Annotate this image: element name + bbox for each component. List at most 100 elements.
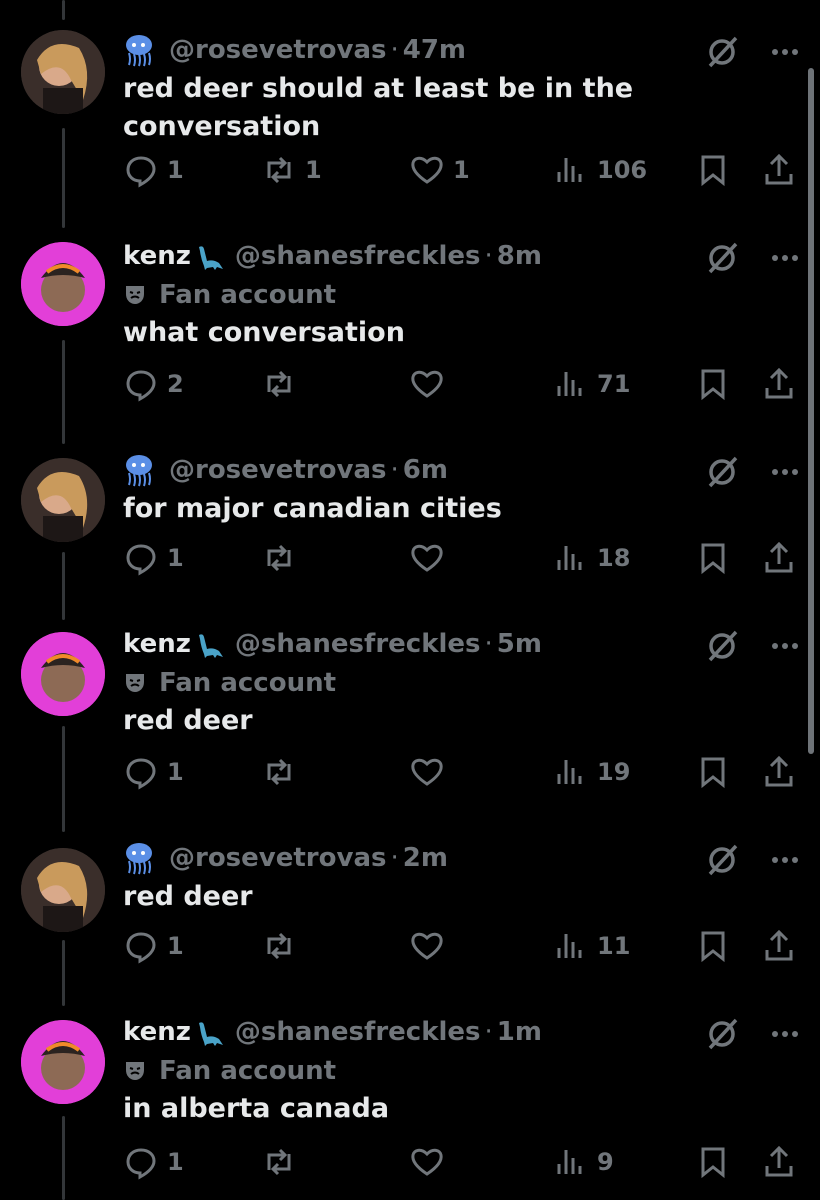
more-icon[interactable]	[770, 641, 800, 651]
more-icon[interactable]	[770, 855, 800, 865]
repost-button[interactable]	[261, 754, 305, 790]
avatar[interactable]	[21, 1020, 105, 1104]
views-button[interactable]: 18	[553, 540, 630, 576]
views-button[interactable]: 11	[553, 928, 630, 964]
share-button[interactable]	[761, 928, 805, 964]
like-button[interactable]	[409, 928, 453, 964]
reply-count: 1	[167, 544, 184, 572]
views-button[interactable]: 106	[553, 152, 647, 188]
view-count: 11	[597, 932, 631, 960]
avatar[interactable]	[21, 30, 105, 114]
author-handle[interactable]: @rosevetrovas	[169, 35, 386, 65]
grok-icon[interactable]	[704, 34, 740, 70]
like-button[interactable]	[409, 754, 453, 790]
share-button[interactable]	[761, 152, 805, 188]
jellyfish-icon	[126, 843, 152, 875]
bookmark-button[interactable]	[695, 754, 739, 790]
thread-line	[62, 726, 65, 832]
views-button[interactable]: 9	[553, 1144, 614, 1180]
share-icon	[765, 755, 793, 787]
share-icon	[765, 153, 793, 185]
like-button[interactable]	[409, 1144, 453, 1180]
post-text: what conversation	[123, 317, 405, 348]
repost-button[interactable]: 1	[261, 152, 322, 188]
repost-button[interactable]	[261, 1144, 305, 1180]
heart-icon	[411, 1148, 443, 1176]
more-icon[interactable]	[770, 253, 800, 263]
post-time[interactable]: 5m	[497, 629, 542, 659]
reply-button[interactable]: 1	[123, 152, 184, 188]
like-button[interactable]	[409, 540, 453, 576]
views-button[interactable]: 19	[553, 754, 630, 790]
post-time[interactable]: 47m	[403, 35, 466, 65]
grok-icon[interactable]	[704, 628, 740, 664]
avatar[interactable]	[21, 848, 105, 932]
bookmark-icon	[701, 1147, 725, 1179]
reply-button[interactable]: 1	[123, 540, 184, 576]
like-button[interactable]: 1	[409, 152, 470, 188]
author-handle[interactable]: @rosevetrovas	[169, 455, 386, 485]
display-name[interactable]: kenz	[123, 241, 191, 271]
grok-icon[interactable]	[704, 240, 740, 276]
thread-line	[62, 1116, 65, 1200]
theater-mask-icon	[126, 286, 144, 304]
share-button[interactable]	[761, 754, 805, 790]
share-button[interactable]	[761, 540, 805, 576]
share-button[interactable]	[761, 366, 805, 402]
more-icon[interactable]	[770, 467, 800, 477]
share-button[interactable]	[761, 1144, 805, 1180]
post-time[interactable]: 6m	[403, 455, 448, 485]
heart-icon	[411, 758, 443, 786]
share-icon	[765, 367, 793, 399]
grok-icon[interactable]	[704, 1016, 740, 1052]
repost-icon	[267, 156, 291, 184]
heart-icon	[411, 156, 443, 184]
avatar[interactable]	[21, 242, 105, 326]
bookmark-button[interactable]	[695, 540, 739, 576]
author-handle[interactable]: @rosevetrovas	[169, 843, 386, 873]
theater-mask-icon	[126, 674, 144, 692]
scrollbar[interactable]	[808, 68, 814, 754]
views-button[interactable]: 71	[553, 366, 630, 402]
display-name[interactable]: kenz	[123, 629, 191, 659]
more-icon[interactable]	[770, 1029, 800, 1039]
repost-button[interactable]	[261, 366, 305, 402]
more-icon[interactable]	[770, 47, 800, 57]
post-time[interactable]: 1m	[497, 1017, 542, 1047]
reply-count: 1	[167, 156, 184, 184]
post-time[interactable]: 8m	[497, 241, 542, 271]
grok-icon[interactable]	[704, 454, 740, 490]
bookmark-button[interactable]	[695, 152, 739, 188]
display-name[interactable]: kenz	[123, 1017, 191, 1047]
post-time[interactable]: 2m	[403, 843, 448, 873]
fan-account-text: Fan account	[159, 668, 337, 698]
reply-button[interactable]: 1	[123, 1144, 184, 1180]
dinosaur-icon	[198, 634, 223, 658]
reply-button[interactable]: 2	[123, 366, 184, 402]
bookmark-icon	[701, 757, 725, 789]
author-handle[interactable]: @shanesfreckles	[235, 1017, 481, 1047]
bookmark-button[interactable]	[695, 928, 739, 964]
separator: ·	[390, 455, 399, 485]
grok-icon[interactable]	[704, 842, 740, 878]
author-handle[interactable]: @shanesfreckles	[235, 629, 481, 659]
avatar[interactable]	[21, 458, 105, 542]
view-count: 18	[597, 544, 631, 572]
thread-line	[62, 940, 65, 1006]
repost-icon	[267, 1148, 291, 1176]
bookmark-button[interactable]	[695, 366, 739, 402]
view-count: 19	[597, 758, 631, 786]
reply-button[interactable]: 1	[123, 928, 184, 964]
author-handle[interactable]: @shanesfreckles	[235, 241, 481, 271]
repost-button[interactable]	[261, 540, 305, 576]
bookmark-button[interactable]	[695, 1144, 739, 1180]
share-icon	[765, 929, 793, 961]
repost-button[interactable]	[261, 928, 305, 964]
avatar[interactable]	[21, 632, 105, 716]
like-button[interactable]	[409, 366, 453, 402]
reply-icon	[126, 1148, 156, 1180]
reply-button[interactable]: 1	[123, 754, 184, 790]
thread-line	[62, 0, 65, 20]
separator: ·	[484, 629, 493, 659]
theater-mask-icon	[126, 1062, 144, 1080]
